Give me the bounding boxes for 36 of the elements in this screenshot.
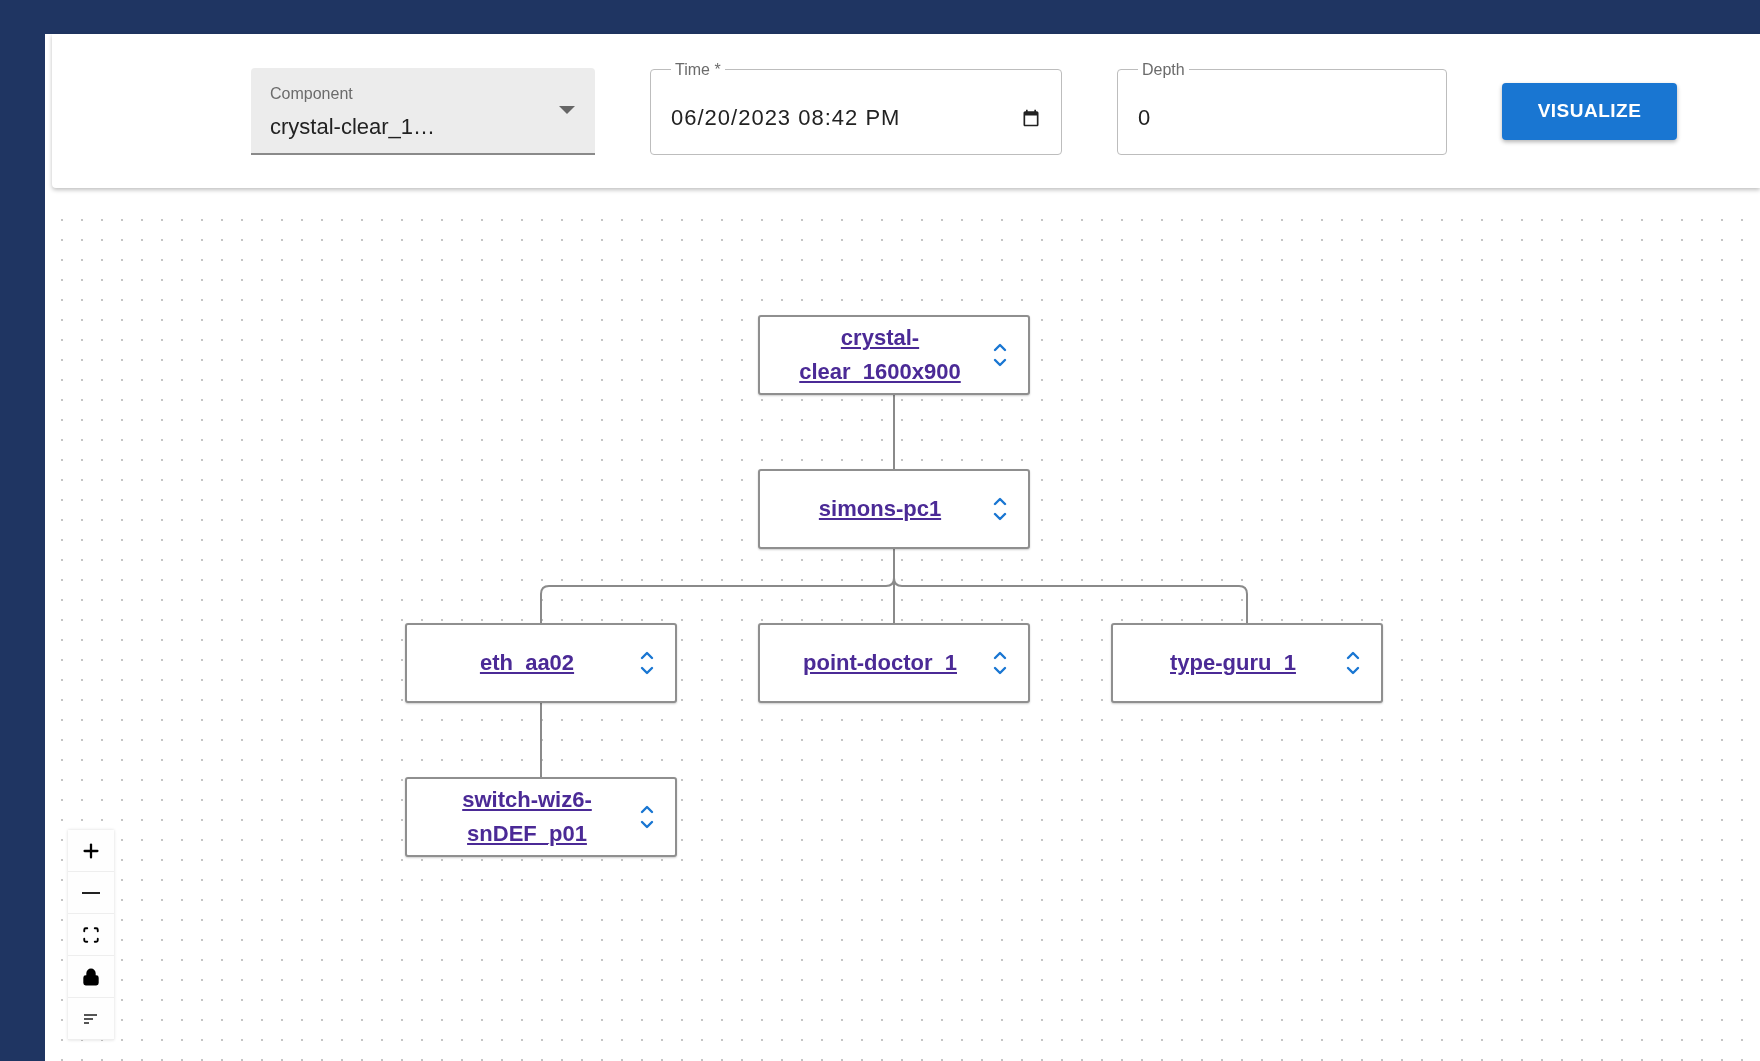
node-link[interactable]: crystal-clear_1600x900 [785, 321, 975, 389]
canvas-control-button[interactable] [68, 956, 114, 998]
node-link[interactable]: point-doctor_1 [803, 646, 957, 680]
canvas-control-button[interactable] [68, 998, 114, 1040]
graph-node[interactable]: point-doctor_1 [758, 623, 1030, 703]
graph-node[interactable]: crystal-clear_1600x900 [758, 315, 1030, 395]
expand-collapse-icon[interactable] [992, 495, 1008, 523]
canvas-control-button[interactable] [68, 830, 114, 872]
time-input[interactable]: 06/20/2023 08:42 PM [671, 101, 1021, 134]
list-lines-icon [83, 1011, 99, 1026]
expand-collapse-icon[interactable] [639, 649, 655, 677]
zoom-out-icon [82, 891, 100, 894]
dropdown-caret-icon [558, 105, 576, 115]
expand-collapse-icon[interactable] [1345, 649, 1361, 677]
node-link[interactable]: switch-wiz6-snDEF_p01 [432, 783, 622, 851]
graph-node[interactable]: simons-pc1 [758, 469, 1030, 549]
expand-collapse-icon[interactable] [992, 341, 1008, 369]
depth-input[interactable]: 0 [1138, 101, 1426, 134]
select-value: crystal-clear_1… [270, 112, 437, 141]
visualize-button[interactable]: VISUALIZE [1502, 82, 1677, 140]
graph-node[interactable]: type-guru_1 [1111, 623, 1383, 703]
field-label: Component [270, 83, 354, 104]
expand-collapse-icon[interactable] [992, 649, 1008, 677]
lock-icon [82, 967, 100, 986]
fit-view-icon [82, 925, 100, 944]
component-select[interactable]: Component crystal-clear_1… [251, 67, 595, 155]
node-link[interactable]: simons-pc1 [818, 492, 942, 526]
canvas-control-button[interactable] [68, 914, 114, 956]
calendar-icon[interactable] [1021, 107, 1041, 128]
graph-node[interactable]: switch-wiz6-snDEF_p01 [405, 777, 677, 857]
field-label: Depth [1141, 59, 1186, 80]
graph-node[interactable]: eth_aa02 [405, 623, 677, 703]
node-link[interactable]: eth_aa02 [479, 646, 575, 680]
node-link[interactable]: type-guru_1 [1170, 646, 1296, 680]
field-label: Time * [674, 59, 722, 80]
expand-collapse-icon[interactable] [639, 803, 655, 831]
